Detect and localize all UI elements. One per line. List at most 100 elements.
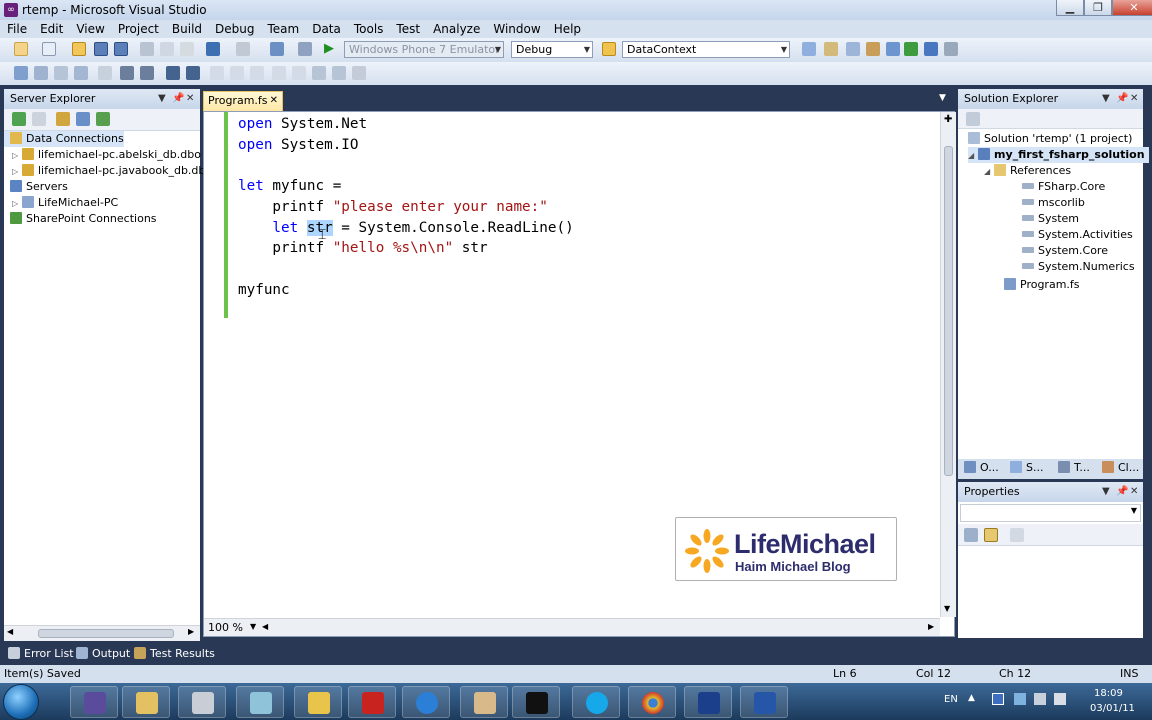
taskbar-visual-studio[interactable] xyxy=(70,686,118,718)
tab-team-explorer[interactable]: T... xyxy=(1058,461,1090,474)
next-bookmark-folder-icon[interactable] xyxy=(292,66,306,80)
refresh-icon[interactable] xyxy=(12,112,26,126)
network-icon[interactable] xyxy=(1034,693,1046,705)
collapse-icon[interactable]: ◢ xyxy=(984,164,994,180)
toolbox-icon[interactable] xyxy=(866,42,880,56)
next-bookmark-icon[interactable] xyxy=(250,66,264,80)
toggle-bookmark-icon[interactable] xyxy=(210,66,224,80)
find-combo[interactable]: DataContext ▼ xyxy=(622,41,790,58)
close-tab-icon[interactable]: ✕ xyxy=(270,92,278,110)
menu-tools[interactable]: Tools xyxy=(347,20,390,37)
object-browser-icon[interactable] xyxy=(846,42,860,56)
menu-test[interactable]: Test xyxy=(389,20,426,37)
minimize-button[interactable]: ▁ xyxy=(1056,0,1084,16)
navigate-forward-icon[interactable] xyxy=(298,42,312,56)
clock-time[interactable]: 18:09 xyxy=(1094,688,1123,699)
previous-bookmark-icon[interactable] xyxy=(230,66,244,80)
taskbar-explorer[interactable] xyxy=(122,686,170,718)
tree-item-sharepoint[interactable]: SharePoint Connections xyxy=(4,211,157,227)
find-in-files-icon[interactable] xyxy=(602,42,616,56)
taskbar-acrobat[interactable] xyxy=(348,686,396,718)
close-button[interactable]: ✕ xyxy=(1112,0,1152,16)
chevron-down-icon[interactable]: ▼ xyxy=(1131,506,1137,515)
tree-item-reference[interactable]: System.Numerics xyxy=(1022,259,1135,275)
menu-file[interactable]: File xyxy=(0,20,33,37)
clear-bookmarks-icon[interactable] xyxy=(352,66,366,80)
device-target-combo[interactable]: Windows Phone 7 Emulator ▼ xyxy=(344,41,504,58)
taskbar-media[interactable] xyxy=(684,686,732,718)
copy-icon[interactable] xyxy=(160,42,174,56)
connect-to-server-icon[interactable] xyxy=(76,112,90,126)
taskbar-app[interactable] xyxy=(178,686,226,718)
tree-item-reference[interactable]: System.Core xyxy=(1022,243,1108,259)
start-button[interactable] xyxy=(3,684,39,720)
taskbar-internet-explorer[interactable] xyxy=(402,686,450,718)
taskbar-skype[interactable] xyxy=(572,686,620,718)
input-language[interactable]: EN xyxy=(944,694,958,705)
expand-icon[interactable]: ▷ xyxy=(12,164,22,180)
taskbar-command-prompt[interactable] xyxy=(512,686,560,718)
auto-hide-pin-icon[interactable]: 📌 xyxy=(1116,89,1128,109)
new-project-icon[interactable] xyxy=(14,42,28,56)
properties-icon[interactable] xyxy=(966,112,980,126)
menu-view[interactable]: View xyxy=(69,20,110,37)
tab-object-browser[interactable]: O... xyxy=(964,461,999,474)
menu-window[interactable]: Window xyxy=(486,20,546,37)
zoom-level[interactable]: 100 % xyxy=(208,621,243,634)
scroll-down-icon[interactable]: ▼ xyxy=(944,604,950,613)
tab-solution-explorer[interactable]: S... xyxy=(1010,461,1043,474)
next-bookmark-document-icon[interactable] xyxy=(332,66,346,80)
active-files-dropdown-icon[interactable]: ▼ xyxy=(939,93,946,103)
tree-item-references[interactable]: ◢ References xyxy=(984,163,1071,179)
connect-to-database-icon[interactable] xyxy=(56,112,70,126)
increase-indent-icon[interactable] xyxy=(140,66,154,80)
tray-app-icon[interactable] xyxy=(1014,693,1026,705)
expand-icon[interactable]: ▷ xyxy=(12,148,22,164)
tray-expand-icon[interactable]: ▲ xyxy=(968,693,975,703)
close-panel-icon[interactable]: ✕ xyxy=(1130,482,1138,502)
extension-manager-icon[interactable] xyxy=(904,42,918,56)
decrease-indent-icon[interactable] xyxy=(120,66,134,80)
command-window-icon[interactable] xyxy=(924,42,938,56)
clock-date[interactable]: 03/01/11 xyxy=(1090,703,1135,714)
start-page-icon[interactable] xyxy=(886,42,900,56)
volume-icon[interactable] xyxy=(1054,693,1066,705)
window-position-icon[interactable]: ▼ xyxy=(1102,482,1110,502)
solution-explorer-icon[interactable] xyxy=(802,42,816,56)
zoom-dropdown-icon[interactable]: ▼ xyxy=(250,622,256,631)
tab-output[interactable]: Output xyxy=(76,647,130,660)
complete-word-icon[interactable] xyxy=(98,66,112,80)
code-text[interactable]: open System.Net open System.IO let myfun… xyxy=(238,114,574,300)
tree-item-server[interactable]: ▷ LifeMichael-PC xyxy=(12,195,118,211)
scroll-left-icon[interactable]: ◀ xyxy=(262,622,268,631)
tree-item-solution[interactable]: Solution 'rtemp' (1 project) xyxy=(968,131,1132,147)
word-completion-icon[interactable] xyxy=(74,66,88,80)
horizontal-scrollbar[interactable]: ◀ ▶ xyxy=(4,625,200,641)
split-icon[interactable]: ✚ xyxy=(944,114,952,125)
taskbar-app[interactable] xyxy=(236,686,284,718)
alphabetical-icon[interactable] xyxy=(984,528,998,542)
tab-program-fs[interactable]: Program.fs ✕ xyxy=(203,91,283,111)
add-item-icon[interactable] xyxy=(42,42,56,56)
categorized-icon[interactable] xyxy=(964,528,978,542)
menu-analyze[interactable]: Analyze xyxy=(426,20,486,37)
options-icon[interactable] xyxy=(944,42,958,56)
tab-class-view[interactable]: Cl... xyxy=(1102,461,1139,474)
configuration-combo[interactable]: Debug ▼ xyxy=(511,41,593,58)
property-pages-icon[interactable] xyxy=(1010,528,1024,542)
tree-item-project[interactable]: ◢ my_first_fsharp_solution xyxy=(968,147,1149,163)
tree-item-connection[interactable]: ▷ lifemichael-pc.javabook_db.dbo xyxy=(12,163,212,179)
previous-bookmark-document-icon[interactable] xyxy=(312,66,326,80)
tab-test-results[interactable]: Test Results xyxy=(134,647,215,660)
tree-item-servers[interactable]: Servers xyxy=(4,179,68,195)
display-object-member-list-icon[interactable] xyxy=(14,66,28,80)
tree-item-data-connections[interactable]: Data Connections xyxy=(4,131,124,147)
window-position-icon[interactable]: ▼ xyxy=(158,89,166,109)
menu-build[interactable]: Build xyxy=(165,20,208,37)
scrollbar-thumb[interactable] xyxy=(38,629,174,638)
quick-info-icon[interactable] xyxy=(54,66,68,80)
menu-debug[interactable]: Debug xyxy=(208,20,260,37)
menu-help[interactable]: Help xyxy=(547,20,587,37)
stop-refresh-icon[interactable] xyxy=(32,112,46,126)
tree-item-reference[interactable]: FSharp.Core xyxy=(1022,179,1105,195)
